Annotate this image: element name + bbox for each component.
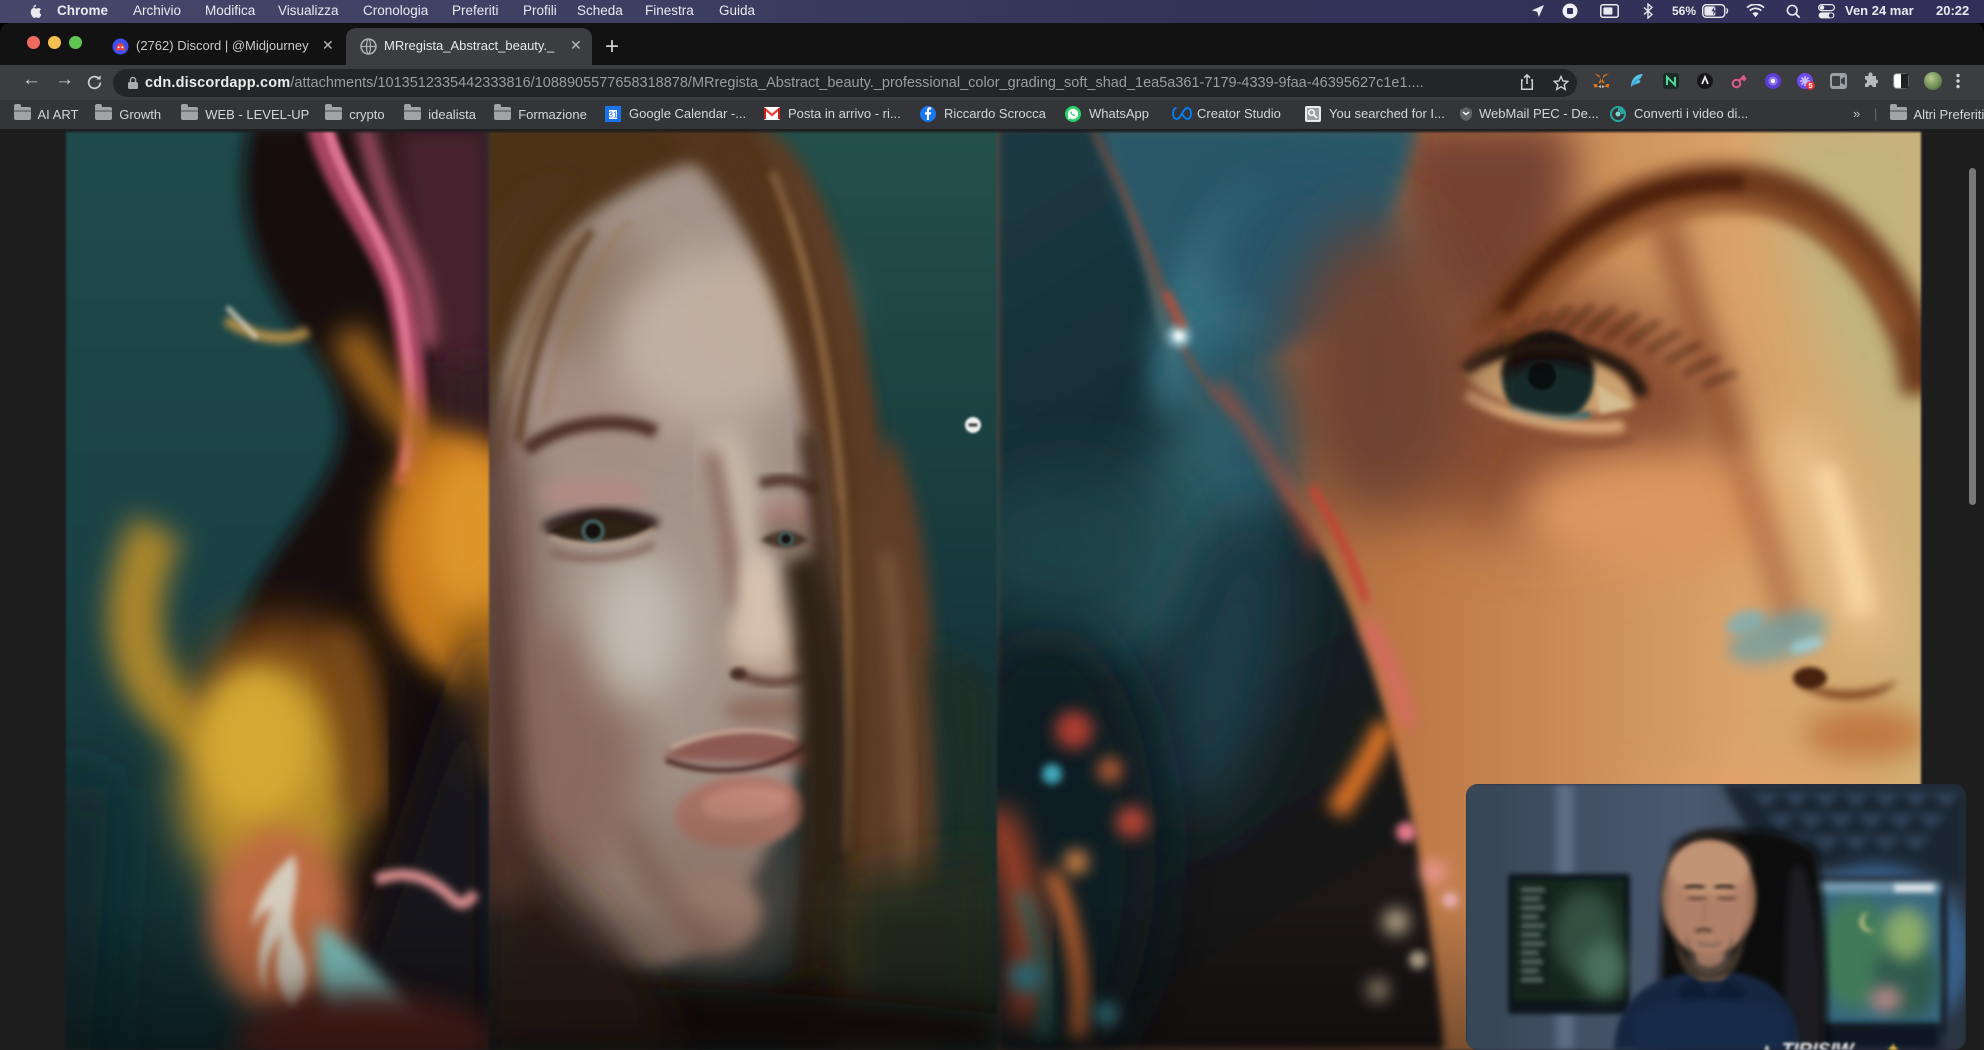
svg-text:✦: ✦ (1886, 1040, 1900, 1050)
svg-text:▲ TIRISIW: ▲ TIRISIW (1757, 1040, 1856, 1050)
svg-text:31: 31 (609, 111, 618, 120)
svg-text:5: 5 (1808, 81, 1812, 90)
